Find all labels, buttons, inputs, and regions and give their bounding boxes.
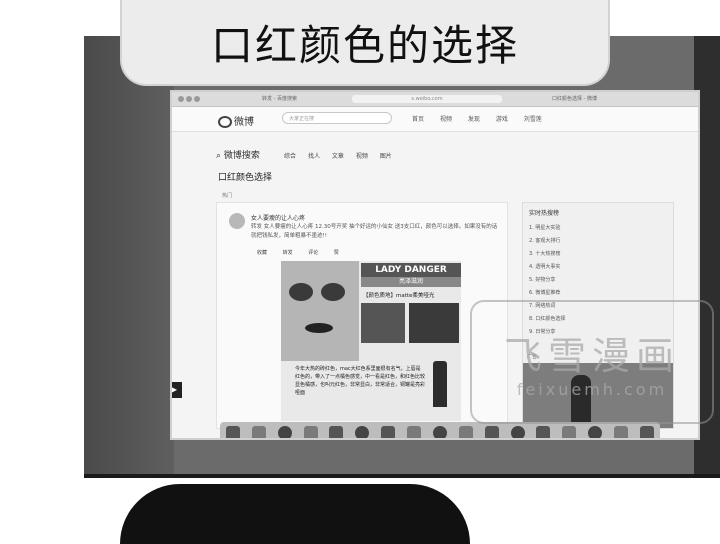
lipstick-promo-image[interactable]: LADY DANGER 亮泽滋润 【颜色质地】matte柔美哑光 今年大热的砖红… [281, 261, 461, 421]
search-title: ⌕ 微博搜索 [216, 148, 260, 161]
promo-description: 今年大热的砖红色，mac大红色系里面很有名气，上唇是红色的，带入了一点橘色感觉，… [295, 366, 426, 396]
magnifier-icon: ⌕ [216, 151, 222, 161]
texture-swatch-image [409, 303, 459, 343]
dock-appstore-icon[interactable] [614, 426, 629, 438]
hot-label: 热门 [222, 193, 233, 199]
dock-facetime-icon[interactable] [484, 426, 499, 438]
watermark-url: feixuemh.com [516, 380, 668, 399]
dock-mail-icon[interactable] [303, 426, 318, 438]
lips-icon [305, 323, 333, 333]
lip-swatch-image [361, 303, 405, 343]
watermark: 飞雪漫画 feixuemh.com [470, 300, 714, 424]
dock-contacts-icon[interactable] [329, 426, 344, 438]
promo-brand-sub: 亮泽滋润 [361, 277, 461, 287]
avatar[interactable] [229, 213, 245, 229]
tab-left[interactable]: 转发 - 百度搜索 [262, 95, 297, 102]
tab-video[interactable]: 视频 [356, 153, 368, 160]
repost-button[interactable]: 转发 [283, 250, 293, 256]
model-face-image [281, 261, 359, 361]
sidebar-heading: 实时热搜榜 [529, 210, 560, 217]
maximize-dot-icon[interactable] [194, 96, 200, 102]
weibo-post: 女人要瘦的让人心疼 转发 女人要瘦的让人心疼 12.30号开奖 抽个好运的小仙女… [216, 202, 508, 429]
post-author[interactable]: 女人要瘦的让人心疼 [251, 213, 305, 222]
dock-reminders-icon[interactable] [407, 426, 422, 438]
tab-image[interactable]: 图片 [380, 153, 392, 160]
sidebar-item[interactable]: 1. 明星大实验 [523, 222, 673, 235]
search-tabs: 综合 找人 文章 视频 图片 [284, 151, 402, 160]
logo-text: 微博 [234, 117, 254, 128]
page-title: 口红颜色的选择 [210, 20, 519, 70]
top-nav: 首页 视频 发现 游戏 刘雪莲 [412, 114, 556, 123]
nav-user[interactable]: 刘雪莲 [524, 116, 542, 123]
nav-game[interactable]: 游戏 [496, 116, 508, 123]
sidebar-item[interactable]: 4. 透明大事实 [523, 261, 673, 274]
close-dot-icon[interactable] [178, 96, 184, 102]
dock-numbers-icon[interactable] [510, 426, 525, 438]
weibo-eye-icon [218, 116, 232, 128]
watermark-text: 飞雪漫画 [503, 334, 680, 378]
dock-keynote-icon[interactable] [536, 426, 551, 438]
mac-dock [220, 422, 660, 438]
dock-photos-icon[interactable] [432, 426, 447, 438]
browser-bar: 转发 - 百度搜索 s.weibo.com 口红颜色选择 - 微博 [172, 92, 698, 107]
dock-finder-icon[interactable] [225, 426, 240, 438]
search-input[interactable]: 大家正在搜 [282, 112, 392, 124]
sunglasses-right-icon [321, 283, 345, 301]
tab-article[interactable]: 文章 [332, 153, 344, 160]
dock-notes-icon[interactable] [381, 426, 396, 438]
nav-video[interactable]: 视频 [440, 116, 452, 123]
query-text: 口红颜色选择 [218, 173, 273, 183]
play-icon[interactable]: ▶ [172, 382, 182, 398]
left-shadow [84, 36, 174, 474]
tab-all[interactable]: 综合 [284, 153, 296, 160]
collect-button[interactable]: 收藏 [257, 250, 267, 256]
dock-settings-icon[interactable] [639, 426, 654, 438]
title-banner: 口红颜色的选择 [120, 0, 610, 86]
like-button[interactable]: 赞 [334, 250, 339, 256]
post-actions: 收藏 转发 评论 赞 [257, 249, 353, 256]
lipstick-icon [433, 361, 447, 407]
tab-right[interactable]: 口红颜色选择 - 微博 [552, 95, 597, 102]
post-text: 转发 女人要瘦的让人心疼 12.30号开奖 抽个好运的小仙女 送3支口红，颜色可… [251, 224, 498, 239]
dock-messages-icon[interactable] [458, 426, 473, 438]
comment-button[interactable]: 评论 [308, 250, 318, 256]
address-bar[interactable]: s.weibo.com [352, 95, 502, 103]
sidebar-item[interactable]: 6. 微博星推荐 [523, 287, 673, 300]
weibo-logo[interactable]: 微博 [218, 113, 254, 128]
dock-launchpad-icon[interactable] [251, 426, 266, 438]
sunglasses-left-icon [289, 283, 313, 301]
bottom-dark-shape [120, 484, 470, 544]
search-title-text: 微博搜索 [223, 151, 260, 161]
dock-calendar-icon[interactable] [355, 426, 370, 438]
dock-books-icon[interactable] [588, 426, 603, 438]
tab-people[interactable]: 找人 [308, 153, 320, 160]
nav-home[interactable]: 首页 [412, 116, 424, 123]
promo-tag: 【颜色质地】matte柔美哑光 [363, 293, 435, 299]
dock-safari-icon[interactable] [277, 426, 292, 438]
sidebar-item[interactable]: 3. 十大热搜榜 [523, 248, 673, 261]
promo-brand: LADY DANGER [361, 263, 461, 277]
nav-discover[interactable]: 发现 [468, 116, 480, 123]
sidebar-item[interactable]: 5. 好物分享 [523, 274, 673, 287]
weibo-header: 微博 大家正在搜 首页 视频 发现 游戏 刘雪莲 [172, 107, 698, 132]
dock-music-icon[interactable] [562, 426, 577, 438]
sidebar-item[interactable]: 2. 客观大排行 [523, 235, 673, 248]
photo-bottom-edge [84, 474, 720, 478]
minimize-dot-icon[interactable] [186, 96, 192, 102]
